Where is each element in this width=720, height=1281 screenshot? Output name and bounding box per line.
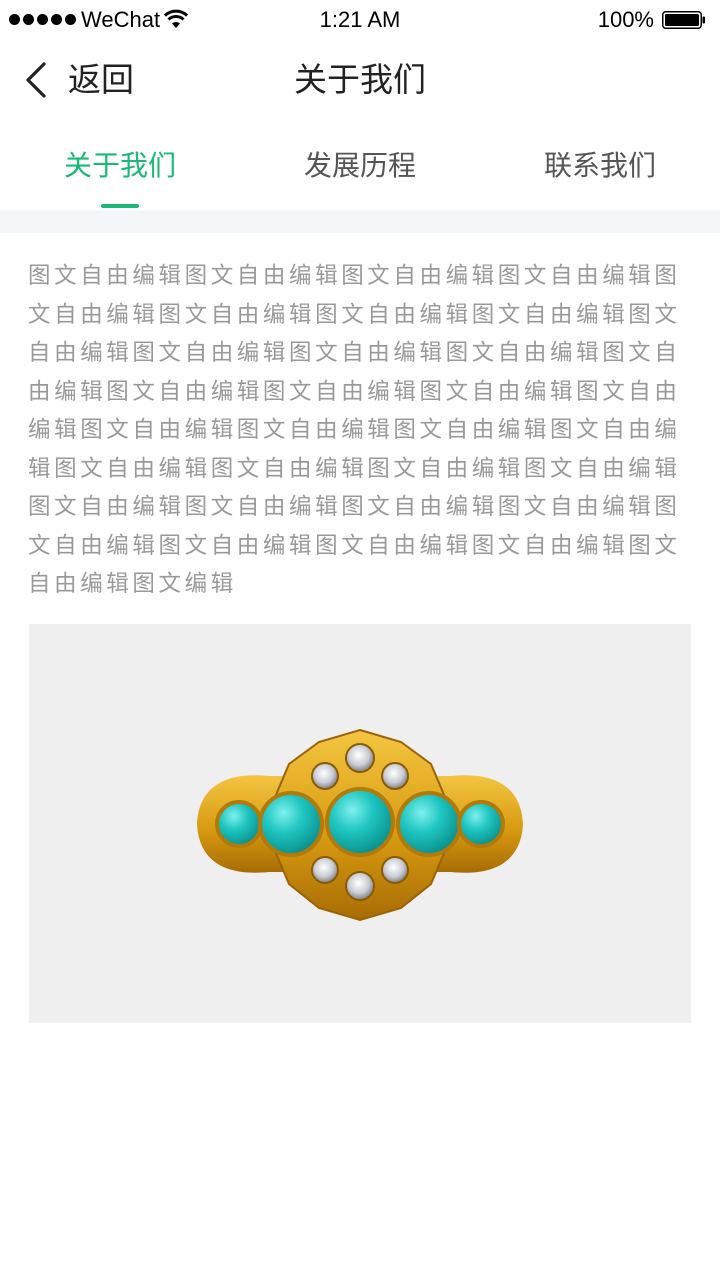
tab-history[interactable]: 发展历程 [240,120,480,210]
status-bar: WeChat 1:21 AM 100% [0,0,720,40]
turquoise-ring-image [197,728,523,922]
battery-percent: 100% [597,7,654,32]
tab-about-us[interactable]: 关于我们 [0,120,240,210]
product-image [29,624,691,1023]
section-divider [0,210,720,233]
chevron-left-icon [26,62,46,98]
battery-icon [662,11,705,29]
active-tab-indicator [101,204,139,208]
tab-contact-us[interactable]: 联系我们 [480,120,720,210]
tab-label: 关于我们 [63,149,176,182]
article-body-text: 图文自由编辑图文自由编辑图文自由编辑图文自由编辑图文自由编辑图文自由编辑图文自由… [28,263,681,597]
back-label: 返回 [68,60,134,99]
back-button[interactable]: 返回 [24,58,134,102]
tab-label: 发展历程 [303,149,416,182]
tab-label: 联系我们 [543,149,656,182]
tab-bar: 关于我们 发展历程 联系我们 [0,120,720,210]
navigation-bar: 返回 关于我们 [0,40,720,120]
